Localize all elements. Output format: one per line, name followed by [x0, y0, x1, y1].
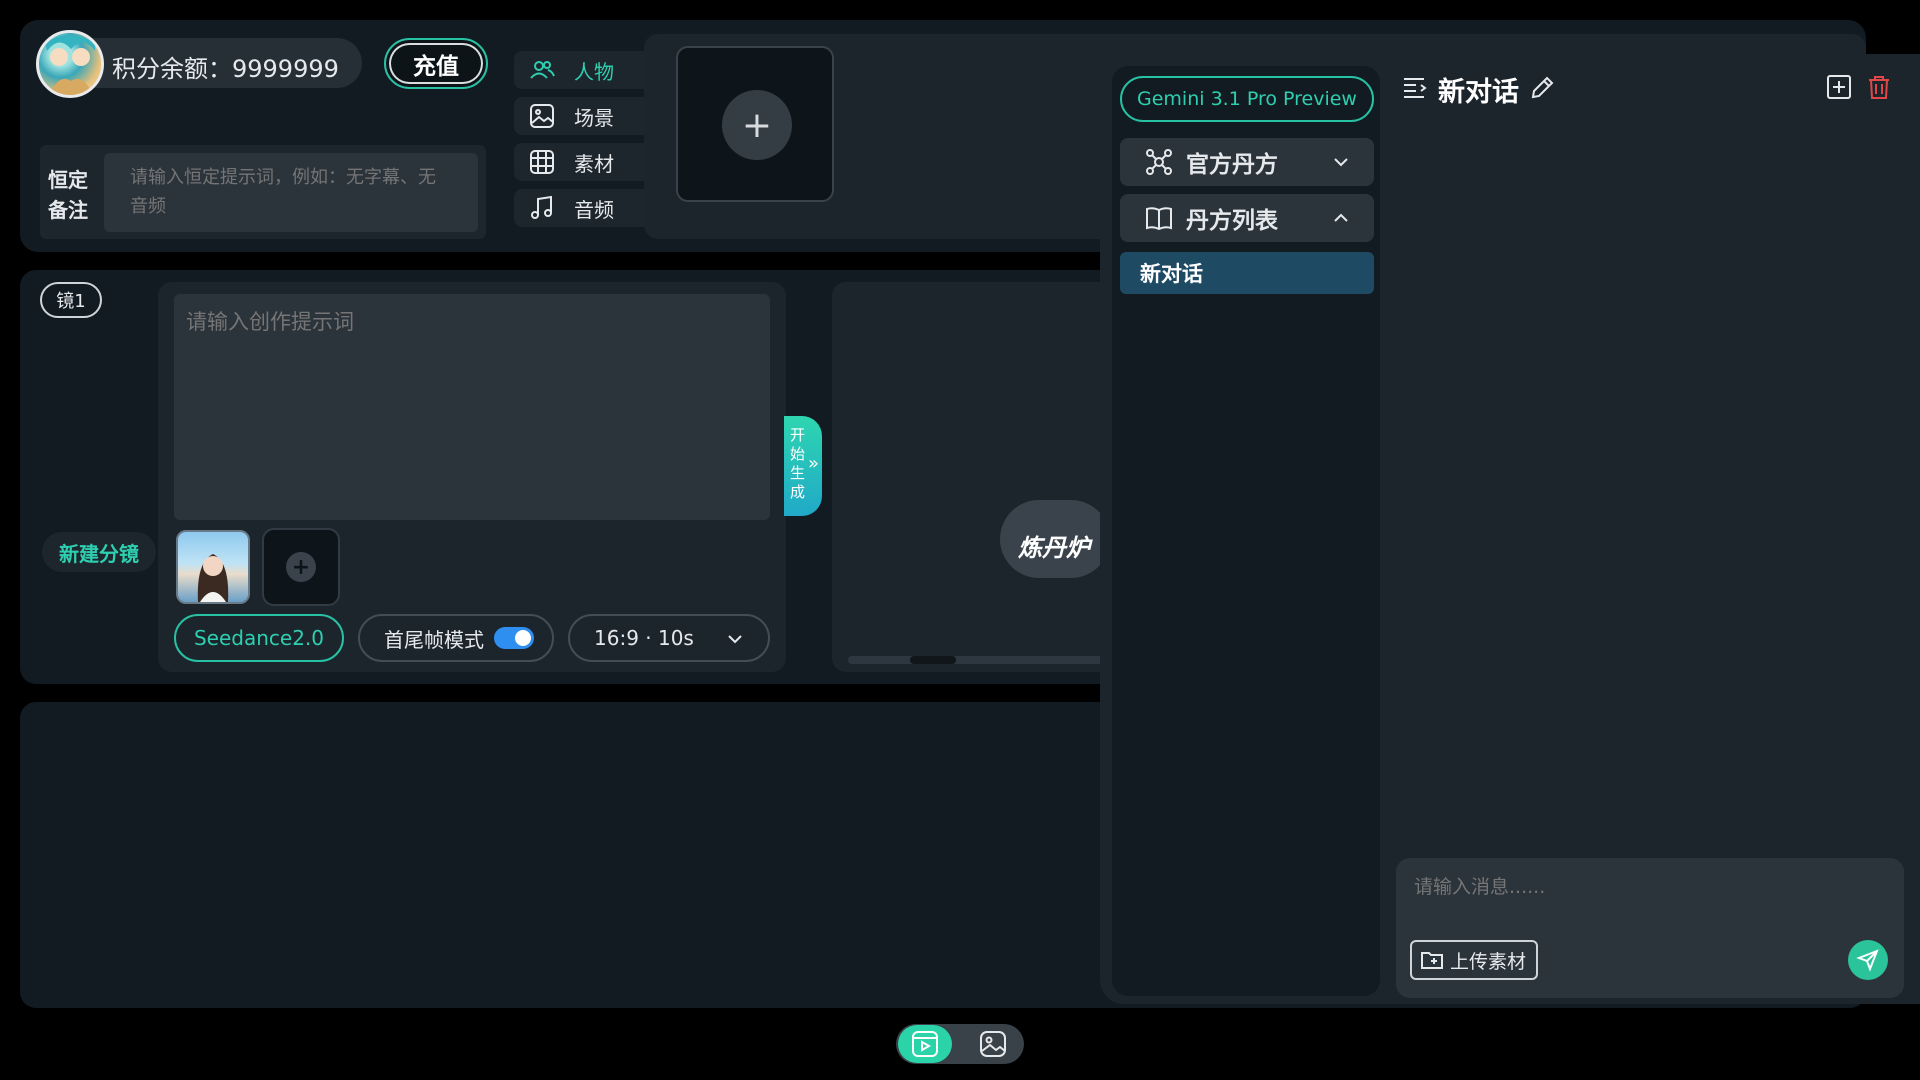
- section-label: 丹方列表: [1186, 208, 1278, 234]
- chat-title: 新对话: [1438, 77, 1519, 108]
- people-icon: [528, 56, 556, 84]
- new-shot-button[interactable]: 新建分镜: [42, 532, 156, 572]
- image-icon: [528, 102, 556, 130]
- memo-label: 恒定备注: [48, 168, 88, 222]
- shot-tag: 镜1: [40, 282, 102, 318]
- section-label: 官方丹方: [1186, 152, 1278, 178]
- upload-material-button[interactable]: 上传素材: [1410, 940, 1538, 980]
- add-asset-button[interactable]: +: [676, 46, 834, 202]
- plus-icon: +: [286, 552, 316, 582]
- conversation-item[interactable]: 新对话: [1120, 252, 1374, 294]
- chevron-down-icon: [1332, 153, 1350, 171]
- toggle-switch[interactable]: [494, 627, 534, 649]
- category-label: 场景: [574, 105, 614, 130]
- category-material[interactable]: 素材: [514, 143, 644, 181]
- avatar[interactable]: [36, 30, 104, 98]
- frame-mode-toggle[interactable]: 首尾帧模式: [358, 614, 554, 662]
- points-balance: 积分余额：9999999: [112, 55, 339, 83]
- chevron-up-icon: [1332, 209, 1350, 227]
- new-chat-icon[interactable]: [1826, 74, 1852, 100]
- model-select[interactable]: Seedance2.0: [174, 614, 344, 662]
- recipe-list-section[interactable]: 丹方列表: [1120, 194, 1374, 242]
- ratio-duration-select[interactable]: 16:9 · 10s: [568, 614, 770, 662]
- menu-list-icon[interactable]: [1402, 74, 1428, 100]
- book-icon: [1144, 203, 1174, 233]
- memo-input[interactable]: [104, 153, 478, 232]
- image-mode-button[interactable]: [978, 1029, 1008, 1059]
- category-label: 音频: [574, 197, 614, 222]
- double-chevron-right-icon: »: [807, 453, 819, 474]
- reference-image-thumb[interactable]: [176, 530, 250, 604]
- message-input[interactable]: [1412, 870, 1882, 904]
- frame-mode-label: 首尾帧模式: [384, 627, 484, 652]
- category-label: 人物: [574, 59, 614, 84]
- scrollbar-thumb[interactable]: [910, 656, 956, 664]
- category-scene[interactable]: 场景: [514, 97, 644, 135]
- edit-pencil-icon[interactable]: [1530, 74, 1556, 100]
- grid-icon: [528, 148, 556, 176]
- official-recipes-section[interactable]: 官方丹方: [1120, 138, 1374, 186]
- video-mode-button[interactable]: [898, 1025, 952, 1063]
- send-button[interactable]: [1848, 940, 1888, 980]
- prompt-input[interactable]: [174, 294, 770, 520]
- delete-icon[interactable]: [1866, 74, 1892, 100]
- ratio-duration-value: 16:9 · 10s: [594, 626, 694, 650]
- logo-text: 炼丹炉: [1018, 534, 1090, 562]
- folder-plus-icon: [1420, 948, 1444, 972]
- chevron-down-icon: [726, 630, 744, 648]
- add-reference-button[interactable]: +: [262, 528, 340, 606]
- category-people[interactable]: 人物: [514, 51, 644, 89]
- recharge-button[interactable]: 充值: [384, 38, 488, 89]
- category-audio[interactable]: 音频: [514, 189, 644, 227]
- category-label: 素材: [574, 151, 614, 176]
- chat-model-button[interactable]: Gemini 3.1 Pro Preview: [1120, 76, 1374, 122]
- generate-label: 开始生成: [790, 426, 806, 501]
- network-icon: [1144, 147, 1174, 177]
- upload-label: 上传素材: [1450, 950, 1527, 973]
- generate-button[interactable]: 开始生成 »: [784, 416, 822, 516]
- plus-icon: +: [722, 90, 792, 160]
- music-icon: [528, 194, 556, 222]
